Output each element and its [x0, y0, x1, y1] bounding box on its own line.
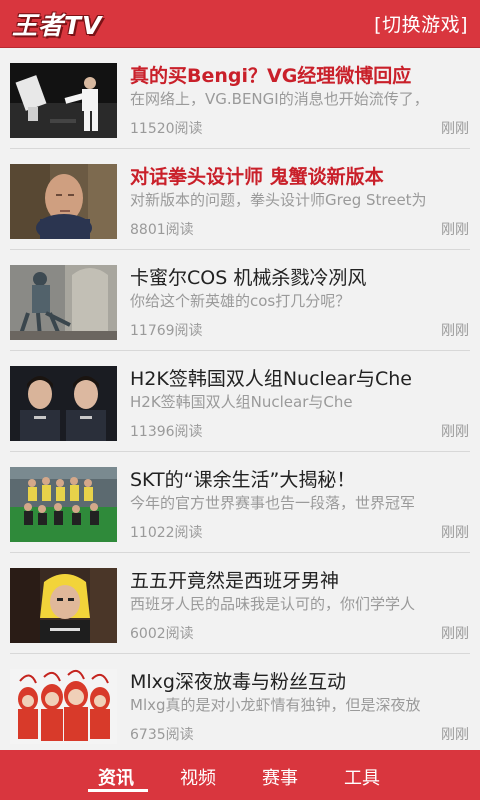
article-read-count: 6735阅读 [130, 727, 194, 743]
article-item[interactable]: 真的买Bengi？VG经理微博回应 在网络上，VG.BENGI的消息也开始流传了… [0, 48, 480, 149]
tab-video[interactable]: 视频 [180, 764, 216, 790]
bottom-nav: 资讯 视频 赛事 工具 [0, 750, 480, 800]
tab-news[interactable]: 资讯 [98, 764, 134, 790]
tab-tools[interactable]: 工具 [344, 764, 380, 790]
article-item[interactable]: H2K签韩国双人组Nuclear与Che H2K签韩国双人组Nuclear与Ch… [0, 351, 480, 452]
article-title[interactable]: 卡蜜尔COS 机械杀戮冷冽风 [130, 263, 475, 290]
article-summary: 今年的官方世界赛事也告一段落，世界冠军 [130, 494, 416, 512]
top-bar: 王者TV [切换游戏] [0, 0, 480, 48]
article-title[interactable]: Mlxg深夜放毒与粉丝互动 [130, 667, 475, 694]
article-item[interactable]: SKT的“课余生活”大揭秘！ 今年的官方世界赛事也告一段落，世界冠军 11022… [0, 452, 480, 553]
article-time: 刚刚 [441, 424, 469, 440]
article-thumbnail [10, 366, 117, 441]
article-summary: H2K签韩国双人组Nuclear与Che [130, 393, 353, 411]
article-summary: Mlxg真的是对小龙虾情有独钟，但是深夜放 [130, 696, 421, 714]
article-time: 刚刚 [441, 121, 469, 137]
article-list[interactable]: 真的买Bengi？VG经理微博回应 在网络上，VG.BENGI的消息也开始流传了… [0, 48, 480, 750]
article-thumbnail [10, 669, 117, 744]
article-time: 刚刚 [441, 626, 469, 642]
article-item[interactable]: 对话拳头设计师 鬼蟹谈新版本 对新版本的问题，拳头设计师Greg Street为… [0, 149, 480, 250]
article-summary: 在网络上，VG.BENGI的消息也开始流传了， [130, 90, 429, 108]
article-read-count: 11396阅读 [130, 424, 203, 440]
article-title[interactable]: 对话拳头设计师 鬼蟹谈新版本 [130, 162, 475, 189]
article-title[interactable]: 五五开竟然是西班牙男神 [130, 566, 475, 593]
article-thumbnail [10, 568, 117, 643]
article-item[interactable]: 卡蜜尔COS 机械杀戮冷冽风 你给这个新英雄的cos打几分呢？ 11769阅读 … [0, 250, 480, 351]
article-title[interactable]: H2K签韩国双人组Nuclear与Che [130, 364, 475, 391]
article-title[interactable]: SKT的“课余生活”大揭秘！ [130, 465, 475, 492]
article-summary: 西班牙人民的品味我是认可的，你们学学人 [130, 595, 416, 613]
article-summary: 对新版本的问题，拳头设计师Greg Street为 [130, 191, 427, 209]
article-time: 刚刚 [441, 323, 469, 339]
article-summary: 你给这个新英雄的cos打几分呢？ [130, 292, 351, 310]
article-read-count: 11769阅读 [130, 323, 203, 339]
article-item[interactable]: Mlxg深夜放毒与粉丝互动 Mlxg真的是对小龙虾情有独钟，但是深夜放 6735… [0, 654, 480, 750]
tab-matches[interactable]: 赛事 [262, 764, 298, 790]
app-logo: 王者TV [12, 11, 103, 40]
article-time: 刚刚 [441, 525, 469, 541]
article-thumbnail [10, 265, 117, 340]
switch-game-button[interactable]: [切换游戏] [374, 10, 468, 37]
article-time: 刚刚 [441, 727, 469, 743]
article-read-count: 6002阅读 [130, 626, 194, 642]
article-thumbnail [10, 63, 117, 138]
article-read-count: 11520阅读 [130, 121, 203, 137]
article-time: 刚刚 [441, 222, 469, 238]
article-thumbnail [10, 164, 117, 239]
article-thumbnail [10, 467, 117, 542]
active-tab-indicator [88, 789, 148, 792]
article-read-count: 8801阅读 [130, 222, 194, 238]
article-read-count: 11022阅读 [130, 525, 203, 541]
article-item[interactable]: 五五开竟然是西班牙男神 西班牙人民的品味我是认可的，你们学学人 6002阅读 刚… [0, 553, 480, 654]
article-title[interactable]: 真的买Bengi？VG经理微博回应 [130, 61, 475, 88]
